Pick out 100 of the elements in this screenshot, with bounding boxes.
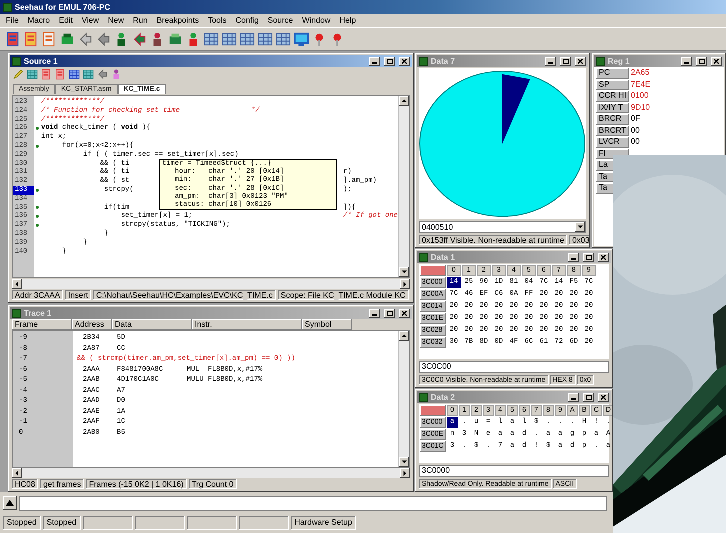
register-value[interactable]: 9D10 — [631, 102, 722, 113]
column-header[interactable]: Data — [112, 319, 192, 330]
status-text: 0x153ff Visible. Non-readable at runtime — [419, 235, 568, 245]
status-panel — [186, 516, 237, 530]
history-button[interactable] — [3, 496, 17, 510]
scroll-left-button[interactable] — [12, 279, 22, 289]
scroll-left-button[interactable] — [12, 468, 22, 478]
minimize-button[interactable] — [369, 56, 380, 66]
grid-icon[interactable] — [83, 68, 94, 80]
menu-item[interactable]: Edit — [59, 16, 73, 25]
minimize-button[interactable] — [545, 56, 556, 66]
document-icon[interactable] — [55, 68, 66, 80]
column-header[interactable]: Symbol — [302, 319, 352, 330]
window-icon — [419, 56, 428, 66]
maximize-button[interactable] — [583, 252, 594, 262]
chip-icon[interactable] — [168, 32, 183, 46]
grid-icon[interactable] — [27, 68, 38, 80]
grid-icon[interactable] — [69, 68, 80, 80]
close-icon — [714, 58, 719, 64]
arrow-icon[interactable] — [96, 32, 111, 46]
horizontal-scrollbar[interactable] — [12, 279, 410, 289]
minimize-button[interactable] — [568, 392, 579, 402]
scroll-right-button[interactable] — [400, 279, 410, 289]
menu-item[interactable]: Source — [268, 16, 294, 25]
register-value[interactable]: 0F — [631, 114, 722, 124]
menu-item[interactable]: Macro — [28, 16, 50, 25]
figure-icon[interactable] — [111, 68, 122, 80]
scroll-up-button[interactable] — [399, 331, 409, 341]
grid-icon[interactable] — [258, 32, 273, 46]
status-text: get frames — [40, 479, 84, 489]
register-value[interactable]: 2A65 — [631, 68, 722, 78]
menu-item[interactable]: Window — [302, 16, 331, 25]
arrow-icon[interactable] — [132, 32, 147, 46]
register-name: BRCRT — [596, 126, 629, 136]
column-header[interactable]: Address — [72, 319, 112, 330]
address-dropdown[interactable]: 0400510 — [419, 221, 586, 233]
menu-item[interactable]: Help — [340, 16, 356, 25]
arrow-icon[interactable] — [78, 32, 93, 46]
dot-icon — [36, 188, 40, 192]
document-icon[interactable] — [41, 68, 52, 80]
close-button[interactable] — [598, 392, 609, 402]
address-field[interactable]: 3C0000 — [419, 465, 609, 477]
maximize-icon — [586, 254, 592, 260]
scroll-down-button[interactable] — [399, 267, 409, 277]
close-button[interactable] — [711, 56, 722, 66]
monitor-icon[interactable] — [294, 32, 309, 46]
chip-icon[interactable] — [60, 32, 75, 46]
close-button[interactable] — [598, 252, 609, 262]
grid-icon[interactable] — [222, 32, 237, 46]
menu-item[interactable]: Config — [236, 16, 259, 25]
menu-item[interactable]: New — [108, 16, 124, 25]
menu-item[interactable]: Run — [133, 16, 148, 25]
dot-icon — [36, 127, 40, 130]
address-field[interactable]: 3C0C00 — [419, 361, 609, 373]
vertical-scrollbar[interactable] — [398, 96, 409, 277]
scroll-up-button[interactable] — [399, 96, 409, 106]
arrow-icon[interactable] — [97, 68, 108, 80]
register-value[interactable]: 0100 — [631, 91, 722, 102]
horizontal-scrollbar[interactable] — [12, 468, 410, 478]
document-icon[interactable] — [24, 32, 39, 46]
status-text: Scope: File KC_TIME.c Module KC — [278, 290, 409, 300]
vertical-scrollbar[interactable] — [398, 331, 409, 467]
scroll-right-button[interactable] — [400, 468, 410, 478]
scroll-down-button[interactable] — [399, 457, 409, 467]
column-header[interactable]: Instr. — [192, 319, 302, 330]
menu-item[interactable]: Breakpoints — [156, 16, 200, 25]
maximize-button[interactable] — [384, 308, 395, 318]
maximize-button[interactable] — [696, 56, 707, 66]
status-text: C:\Nohau\Seehau\HC\Examples\EVC\KC_TIME.c — [93, 290, 276, 300]
command-field[interactable] — [19, 496, 607, 510]
minimize-button[interactable] — [369, 308, 380, 318]
status-text: Stopped — [3, 516, 41, 530]
code-editor[interactable] — [12, 95, 410, 278]
grid-icon[interactable] — [240, 32, 255, 46]
column-header[interactable]: Frame — [12, 319, 72, 330]
maximize-button[interactable] — [384, 56, 395, 66]
window-title: Data 2 — [431, 392, 456, 402]
maximize-button[interactable] — [583, 392, 594, 402]
close-button[interactable] — [399, 308, 410, 318]
register-value[interactable]: 00 — [631, 126, 722, 136]
close-button[interactable] — [399, 56, 410, 66]
window-icon — [12, 56, 21, 66]
register-value[interactable]: 7E4E — [631, 80, 722, 90]
menu-item[interactable]: View — [82, 16, 100, 25]
status-text: Stopped — [42, 516, 81, 530]
grid-icon[interactable] — [204, 32, 219, 46]
minimize-button[interactable] — [681, 56, 692, 66]
app-icon — [3, 2, 12, 12]
minimize-button[interactable] — [568, 252, 579, 262]
menu-item[interactable]: Tools — [208, 16, 227, 25]
close-button[interactable] — [575, 56, 586, 66]
grid-icon[interactable] — [276, 32, 291, 46]
document-icon[interactable] — [6, 32, 21, 46]
maximize-button[interactable] — [560, 56, 571, 66]
register-value[interactable]: 00 — [631, 137, 722, 148]
menu-item[interactable]: File — [6, 16, 19, 25]
status-text: Addr 3CAAA — [12, 290, 64, 300]
scroll-down-button[interactable] — [575, 222, 585, 232]
window-icon — [12, 308, 21, 318]
document-icon[interactable] — [42, 32, 57, 46]
